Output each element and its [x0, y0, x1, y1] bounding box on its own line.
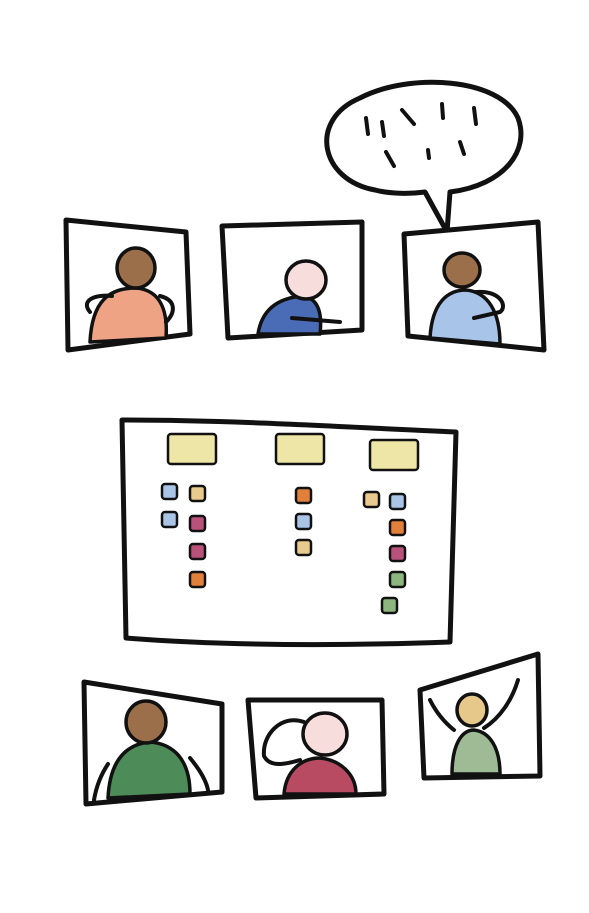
head — [115, 246, 157, 290]
head — [442, 251, 482, 289]
sticky-note — [362, 490, 381, 509]
head — [455, 692, 489, 728]
column-header-note — [368, 438, 420, 472]
sticky-note — [188, 514, 207, 533]
speech-bubble — [324, 79, 524, 235]
video-tile-participant-2 — [219, 219, 365, 341]
head — [301, 711, 349, 757]
sticky-note — [388, 570, 407, 589]
sticky-note — [294, 538, 313, 557]
sticky-note — [188, 542, 207, 561]
sticky-note — [160, 482, 179, 501]
column-header-note — [166, 432, 218, 466]
column-header-note — [274, 432, 326, 466]
sticky-note — [294, 512, 313, 531]
sticky-note — [160, 510, 179, 529]
sticky-note — [380, 596, 399, 615]
video-tile-participant-5 — [245, 697, 387, 801]
sticky-note — [388, 518, 407, 537]
head — [124, 699, 168, 745]
shared-whiteboard — [119, 417, 459, 648]
video-tile-participant-6 — [417, 651, 543, 781]
sticky-note — [388, 544, 407, 563]
video-tile-participant-3 — [401, 219, 547, 353]
video-tile-participant-4 — [81, 679, 225, 807]
illustration — [63, 79, 547, 807]
head — [284, 259, 328, 301]
sticky-note — [388, 492, 407, 511]
sticky-note — [294, 486, 313, 505]
sticky-note — [188, 484, 207, 503]
sketch-canvas — [0, 0, 589, 913]
sticky-note — [188, 570, 207, 589]
video-tile-participant-1 — [63, 217, 193, 353]
